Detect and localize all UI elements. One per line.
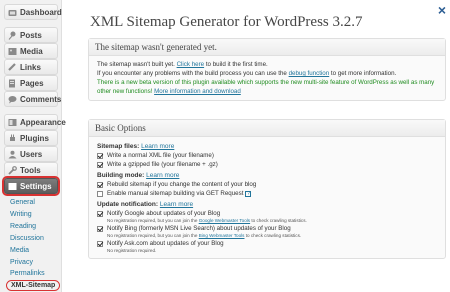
option-label: Notify Google about updates of your Blog	[107, 210, 221, 217]
option-write-gz: Write a gzipped file (your filename + .g…	[97, 160, 437, 169]
close-icon[interactable]: ×	[438, 2, 446, 18]
option-notify-bing: Notify Bing (formerly MSN Live Search) a…	[97, 224, 437, 233]
comments-icon	[8, 95, 17, 104]
sidebar-item-label: Posts	[20, 30, 42, 40]
option-write-xml: Write a normal XML file (your filename)	[97, 151, 437, 160]
tools-icon	[8, 165, 17, 175]
sidebar-subitem-privacy[interactable]: Privacy	[10, 259, 33, 266]
settings-icon	[8, 182, 17, 191]
option-notify-google: Notify Google about updates of your Blog	[97, 209, 437, 218]
rebuild-checkbox[interactable]	[97, 181, 103, 188]
sidebar-subitem-discussion[interactable]: Discussion	[10, 235, 44, 242]
note-text: No registration required, but you can jo…	[107, 233, 199, 238]
sidebar-item-label: Links	[20, 62, 41, 72]
sidebar-item-label: Tools	[20, 165, 41, 175]
sidebar-subitem-general[interactable]: General	[10, 199, 35, 206]
sidebar-item-pages[interactable]: Pages	[4, 75, 58, 91]
sidebar-item-label: Appearance	[20, 117, 66, 127]
plugins-icon	[8, 134, 17, 143]
beta-text: There is a new beta version of this plug…	[97, 79, 435, 95]
sidebar-item-plugins[interactable]: Plugins	[4, 130, 58, 146]
status-line-2: If you encounter any problems with the b…	[97, 69, 437, 78]
media-icon	[8, 47, 17, 56]
status-text: The sitemap wasn't built yet.	[97, 61, 177, 68]
pin-icon	[8, 31, 17, 40]
dashboard-icon	[8, 8, 17, 17]
sidebar-item-label: Settings	[20, 181, 52, 191]
option-label: Enable manual sitemap building via GET R…	[107, 190, 244, 197]
notify-bing-checkbox[interactable]	[97, 225, 103, 232]
section-label: Building mode:	[97, 172, 145, 179]
pages-icon	[8, 79, 17, 88]
sidebar-item-appearance[interactable]: Appearance	[4, 114, 66, 130]
link-icon	[8, 62, 17, 72]
basic-options-box: Basic Options Sitemap files: Learn more …	[88, 119, 446, 259]
building-mode-title: Building mode: Learn more	[97, 171, 437, 180]
status-text: to build it the first time.	[204, 61, 268, 68]
note-text: to check crawling statistics.	[250, 218, 307, 223]
note-text: No registration required, but you can jo…	[107, 218, 199, 223]
users-icon	[8, 150, 17, 159]
ask-note: No registration required.	[107, 248, 157, 253]
beta-download-link[interactable]: More information and download	[154, 88, 241, 95]
option-label: Rebuild sitemap if you change the conten…	[107, 181, 257, 188]
main-content: × XML Sitemap Generator for WordPress 3.…	[62, 0, 450, 292]
option-manual-build: Enable manual sitemap building via GET R…	[97, 189, 437, 198]
help-icon[interactable]: ?	[245, 190, 252, 197]
option-rebuild: Rebuild sitemap if you change the conten…	[97, 180, 437, 189]
learn-more-link[interactable]: Learn more	[146, 172, 179, 179]
sidebar-subitem-xml-sitemap[interactable]: XML-Sitemap	[6, 280, 61, 291]
appearance-icon	[8, 118, 17, 127]
write-xml-checkbox[interactable]	[97, 152, 103, 159]
status-line-1: The sitemap wasn't built yet. Click here…	[97, 60, 437, 69]
sidebar-item-label: Media	[20, 46, 43, 56]
debug-function-link[interactable]: debug function	[289, 70, 330, 77]
sidebar-subitem-writing[interactable]: Writing	[10, 211, 32, 218]
sidebar-item-label: Users	[20, 149, 43, 159]
google-webmaster-link[interactable]: Google Webmaster Tools	[199, 218, 250, 223]
section-label: Sitemap files:	[97, 143, 140, 150]
sidebar-item-posts[interactable]: Posts	[4, 27, 58, 43]
status-box: The sitemap wasn't generated yet. The si…	[88, 38, 446, 101]
status-box-heading: The sitemap wasn't generated yet.	[89, 39, 445, 56]
sidebar-subitem-permalinks[interactable]: Permalinks	[10, 270, 45, 277]
option-notify-ask: Notify Ask.com about updates of your Blo…	[97, 239, 437, 248]
option-label: Notify Bing (formerly MSN Live Search) a…	[107, 225, 291, 232]
option-label: Notify Ask.com about updates of your Blo…	[107, 240, 224, 247]
sidebar-item-tools[interactable]: Tools	[4, 162, 58, 178]
page-title: XML Sitemap Generator for WordPress 3.2.…	[90, 14, 363, 30]
sidebar-subitem-reading[interactable]: Reading	[10, 223, 36, 230]
note-text: to check crawling statistics.	[244, 233, 302, 238]
learn-more-link[interactable]: Learn more	[160, 201, 193, 208]
learn-more-link[interactable]: Learn more	[141, 143, 174, 150]
sidebar-item-dashboard[interactable]: Dashboard	[4, 4, 62, 20]
sidebar-item-label: Plugins	[20, 133, 49, 143]
status-text: to get more information.	[329, 70, 397, 77]
section-label: Update notification:	[97, 201, 159, 208]
manual-build-checkbox[interactable]	[97, 190, 103, 197]
bing-webmaster-link[interactable]: Bing Webmaster Tools	[199, 233, 245, 238]
build-sitemap-link[interactable]: Click here	[177, 61, 205, 68]
sitemap-files-title: Sitemap files: Learn more	[97, 142, 437, 151]
option-label: Write a gzipped file (your filename + .g…	[107, 161, 218, 168]
sidebar-item-links[interactable]: Links	[4, 59, 58, 75]
update-notification-title: Update notification: Learn more	[97, 200, 437, 209]
sidebar-item-label: Comments	[20, 94, 62, 104]
basic-options-heading: Basic Options	[89, 120, 445, 137]
sidebar-item-users[interactable]: Users	[4, 146, 58, 162]
admin-sidebar: Dashboard Posts Media Links Pages Commen…	[0, 0, 66, 292]
sidebar-item-label: Pages	[20, 78, 44, 88]
write-gz-checkbox[interactable]	[97, 161, 103, 168]
sidebar-item-label: Dashboard	[20, 7, 62, 17]
sidebar-subitem-media[interactable]: Media	[10, 247, 29, 254]
notify-google-checkbox[interactable]	[97, 210, 103, 217]
beta-notice: There is a new beta version of this plug…	[97, 78, 437, 96]
notify-ask-checkbox[interactable]	[97, 240, 103, 247]
status-text: If you encounter any problems with the b…	[97, 70, 289, 77]
option-label: Write a normal XML file (your filename)	[107, 152, 214, 159]
sidebar-item-media[interactable]: Media	[4, 43, 58, 59]
sidebar-item-settings[interactable]: Settings	[4, 178, 58, 194]
sidebar-item-comments[interactable]: Comments	[4, 91, 62, 107]
